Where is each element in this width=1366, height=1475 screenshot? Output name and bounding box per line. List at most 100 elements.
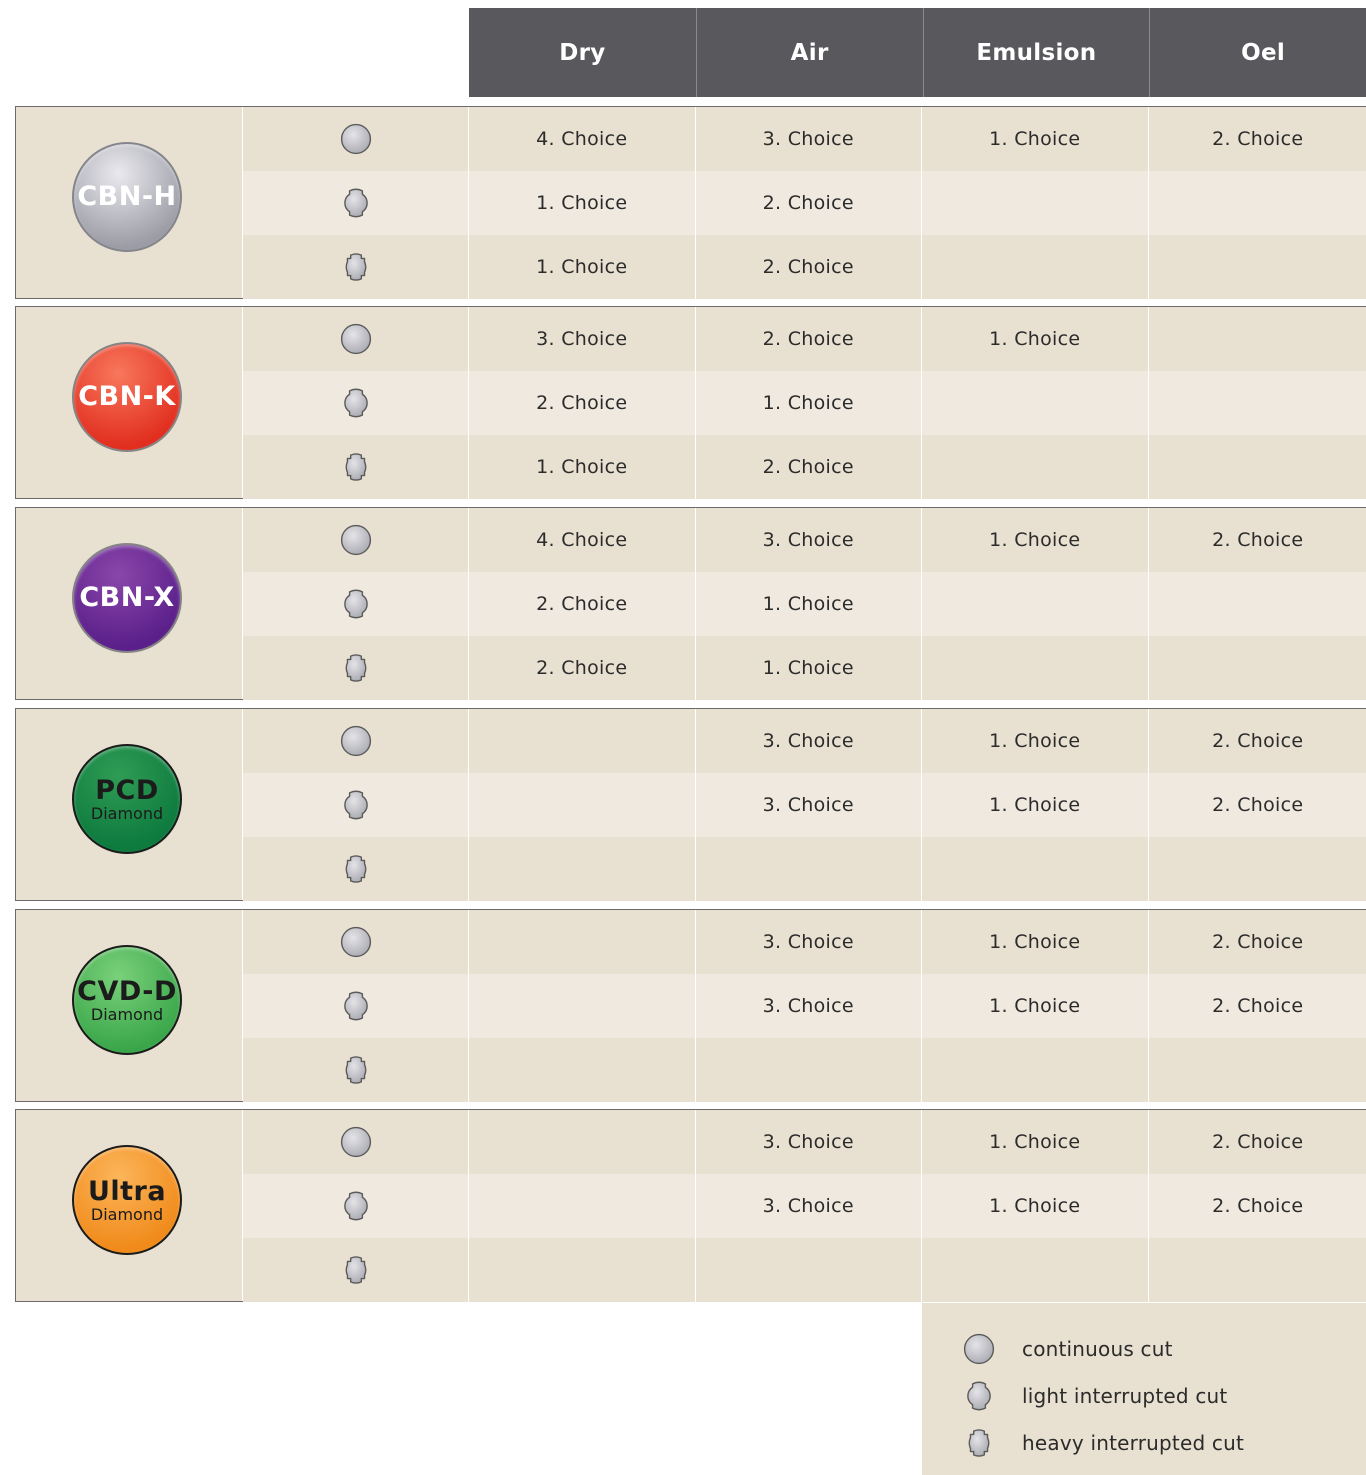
choice-cell: 3. Choice [696, 910, 922, 974]
legend-label: continuous cut [1022, 1337, 1173, 1361]
badge-cell: CBN-H [16, 107, 243, 298]
choice-cell: 3. Choice [696, 107, 922, 171]
choice-cell [469, 1038, 696, 1102]
badge-title: CBN-X [79, 582, 175, 613]
material-badge-cvd-d: CVD-D Diamond [72, 945, 182, 1055]
heavy-interrupted-cut-icon [243, 837, 469, 901]
heavy-interrupted-cut-icon [243, 1238, 469, 1302]
choice-cell [922, 572, 1149, 636]
choice-cell [469, 974, 696, 1038]
choice-cell [1149, 636, 1366, 700]
badge-cell: CVD-D Diamond [16, 910, 243, 1101]
material-badge-cbn-k: CBN-K [72, 342, 182, 452]
choice-cell: 3. Choice [696, 974, 922, 1038]
table-row: 1. Choice 2. Choice [243, 435, 1366, 499]
table-row: 3. Choice 1. Choice 2. Choice [243, 709, 1366, 773]
choice-cell: 3. Choice [696, 773, 922, 837]
choice-cell [696, 1238, 922, 1302]
choice-cell: 1. Choice [922, 910, 1149, 974]
choice-cell [922, 1238, 1149, 1302]
choice-cell: 1. Choice [469, 235, 696, 299]
badge-subtitle: Diamond [90, 1004, 164, 1024]
table-row [243, 1238, 1366, 1302]
table-row: 2. Choice 1. Choice [243, 636, 1366, 700]
choice-cell: 2. Choice [1212, 1131, 1304, 1153]
badge-title: PCD [95, 774, 159, 806]
choice-cell: 3. Choice [696, 709, 922, 773]
continuous-cut-icon [243, 709, 469, 773]
material-group-pcd: PCD Diamond 3. Choice 1. Choice 2. Choice 3. … [15, 708, 1366, 901]
light-interrupted-cut-icon [243, 572, 469, 636]
choice-cell: 2. Choice [696, 307, 922, 371]
material-group-ultra: Ultra Diamond 3. Choice 1. Choice 2. Choice 3… [15, 1109, 1366, 1302]
choice-cell: 2. Choice [1212, 1195, 1304, 1217]
choice-cell [696, 1038, 922, 1102]
light-interrupted-cut-icon [962, 1379, 996, 1413]
choice-cell: 4. Choice [469, 508, 696, 572]
choice-cell [696, 837, 922, 901]
legend-item-continuous: continuous cut [962, 1332, 1173, 1366]
column-header-air: Air [695, 8, 923, 97]
table-row: 1. Choice 2. Choice [243, 235, 1366, 299]
choice-cell [922, 371, 1149, 435]
choice-cell: 2. Choice [469, 636, 696, 700]
choice-cell: 2. Choice [469, 572, 696, 636]
choice-cell [1149, 171, 1366, 235]
heavy-interrupted-cut-icon [243, 1038, 469, 1102]
choice-cell: 2. Choice [1212, 931, 1304, 953]
continuous-cut-icon [243, 107, 469, 171]
heavy-interrupted-cut-icon [243, 235, 469, 299]
material-group-cvd-d: CVD-D Diamond 3. Choice 1. Choice 2. Choice 3… [15, 909, 1366, 1102]
table-row: 3. Choice 2. Choice 1. Choice [243, 307, 1366, 371]
choice-cell: 4. Choice [469, 107, 696, 171]
table-row: 3. Choice 1. Choice 2. Choice [243, 910, 1366, 974]
badge-title: CBN-K [78, 381, 176, 412]
heavy-interrupted-cut-icon [243, 636, 469, 700]
choice-cell: 1. Choice [922, 773, 1149, 837]
light-interrupted-cut-icon [243, 171, 469, 235]
continuous-cut-icon [243, 910, 469, 974]
choice-cell: 2. Choice [1212, 128, 1304, 150]
choice-cell [1149, 1038, 1366, 1102]
badge-cell: Ultra Diamond [16, 1110, 243, 1301]
choice-cell [1149, 837, 1366, 901]
light-interrupted-cut-icon [243, 974, 469, 1038]
material-badge-cbn-x: CBN-X [72, 543, 182, 653]
choice-cell [922, 171, 1149, 235]
choice-cell: 2. Choice [1212, 730, 1304, 752]
choice-cell: 1. Choice [469, 171, 696, 235]
choice-cell: 1. Choice [922, 307, 1149, 371]
heavy-interrupted-cut-icon [243, 435, 469, 499]
light-interrupted-cut-icon [243, 371, 469, 435]
continuous-cut-icon [243, 508, 469, 572]
table-row [243, 837, 1366, 901]
light-interrupted-cut-icon [243, 773, 469, 837]
choice-cell: 2. Choice [1212, 794, 1304, 816]
choice-cell [469, 837, 696, 901]
choice-cell [469, 1110, 696, 1174]
choice-cell [1149, 307, 1366, 371]
material-badge-pcd: PCD Diamond [72, 744, 182, 854]
material-group-cbn-x: CBN-X 4. Choice 3. Choice 1. Choice 2. Choic… [15, 507, 1366, 700]
material-badge-ultra: Ultra Diamond [72, 1145, 182, 1255]
choice-cell: 2. Choice [696, 171, 922, 235]
choice-cell [1149, 371, 1366, 435]
choice-cell: 1. Choice [469, 435, 696, 499]
table-row: 2. Choice 1. Choice [243, 572, 1366, 636]
badge-title: CVD-D [77, 975, 177, 1007]
badge-cell: CBN-K [16, 307, 243, 498]
column-header-oel: Oel [1149, 8, 1366, 97]
legend-label: light interrupted cut [1022, 1384, 1228, 1408]
choice-cell [922, 636, 1149, 700]
choice-cell [469, 709, 696, 773]
badge-title: CBN-H [77, 181, 177, 212]
choice-cell [922, 1038, 1149, 1102]
legend-item-light-interrupted: light interrupted cut [962, 1379, 1227, 1413]
continuous-cut-icon [243, 1110, 469, 1174]
column-header-bar: Dry Air Emulsion Oel [469, 8, 1366, 97]
choice-cell: 2. Choice [696, 235, 922, 299]
table-row: 3. Choice 1. Choice 2. Choice [243, 1174, 1366, 1238]
table-row: 3. Choice 1. Choice 2. Choice [243, 773, 1366, 837]
badge-title: Ultra [87, 1175, 167, 1207]
choice-cell: 1. Choice [922, 1174, 1149, 1238]
